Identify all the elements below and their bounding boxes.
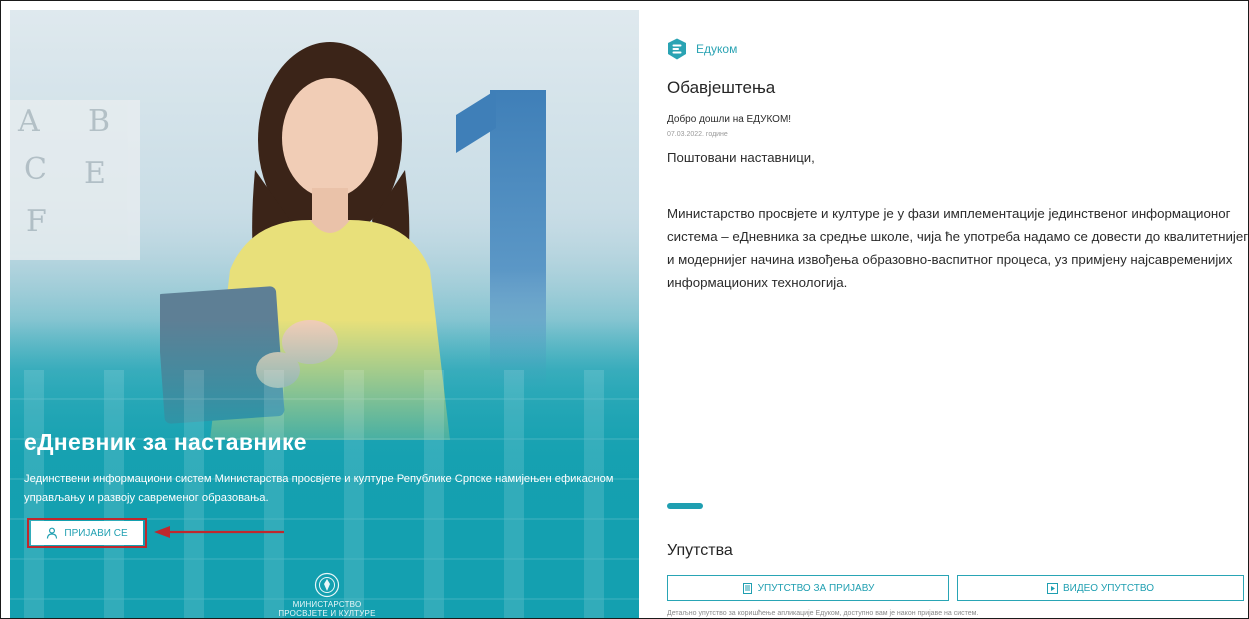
hero-panel: A B C E F еДневник за наставнике Јединст… — [10, 10, 639, 618]
hero-description: Јединствени информациони систем Министар… — [24, 473, 614, 504]
board-letter: F — [26, 204, 47, 239]
video-guide-label: ВИДЕО УПУТСТВО — [1063, 582, 1154, 594]
edukom-logo-icon — [668, 38, 686, 60]
brand: Едуком — [667, 38, 737, 60]
guides-heading: Упутства — [667, 542, 733, 559]
alphabet-board: A B C E F — [10, 100, 140, 260]
notice-body: Министарство просвјете и културе је у фа… — [667, 206, 1249, 290]
ministry-logo: МИНИСТАРСТВО ПРОСВЈЕТЕ И КУЛТУРЕ — [272, 572, 382, 618]
board-letter: E — [84, 156, 106, 191]
ministry-emblem-icon — [314, 572, 340, 598]
login-button-label: ПРИЈАВИ СЕ — [64, 527, 128, 539]
carousel-indicator[interactable] — [667, 503, 703, 509]
guides-note: Детаљно упутство за коришћење апликације… — [667, 610, 979, 617]
brand-name: Едуком — [696, 42, 738, 56]
notices-heading: Обавјештења — [667, 78, 776, 97]
arrow-annotation-icon — [154, 526, 284, 538]
notice-date: 07.03.2022. године — [667, 131, 728, 138]
board-letter: C — [24, 152, 47, 187]
ministry-name-line1: МИНИСТАРСТВО — [292, 600, 362, 609]
page-frame: A B C E F еДневник за наставнике Јединст… — [0, 0, 1249, 619]
hero-title: еДневник за наставнике — [24, 429, 307, 455]
video-guide-button[interactable]: ВИДЕО УПУТСТВО — [957, 575, 1244, 601]
user-icon — [47, 527, 58, 539]
notice-title: Добро дошли на ЕДУКОМ! — [667, 114, 792, 125]
content-panel: Едуком Обавјештења Добро дошли на ЕДУКОМ… — [655, 1, 1249, 618]
notice-greeting: Поштовани наставници, — [667, 150, 815, 165]
document-icon — [742, 582, 752, 594]
login-button[interactable]: ПРИЈАВИ СЕ — [31, 521, 143, 545]
login-guide-label: УПУТСТВО ЗА ПРИЈАВУ — [757, 582, 875, 594]
login-guide-button[interactable]: УПУТСТВО ЗА ПРИЈАВУ — [667, 575, 949, 601]
board-letter: A — [18, 104, 40, 139]
board-letter: B — [88, 104, 111, 139]
video-icon — [1047, 582, 1058, 594]
ministry-name-line2: ПРОСВЈЕТЕ И КУЛТУРЕ — [278, 609, 376, 618]
